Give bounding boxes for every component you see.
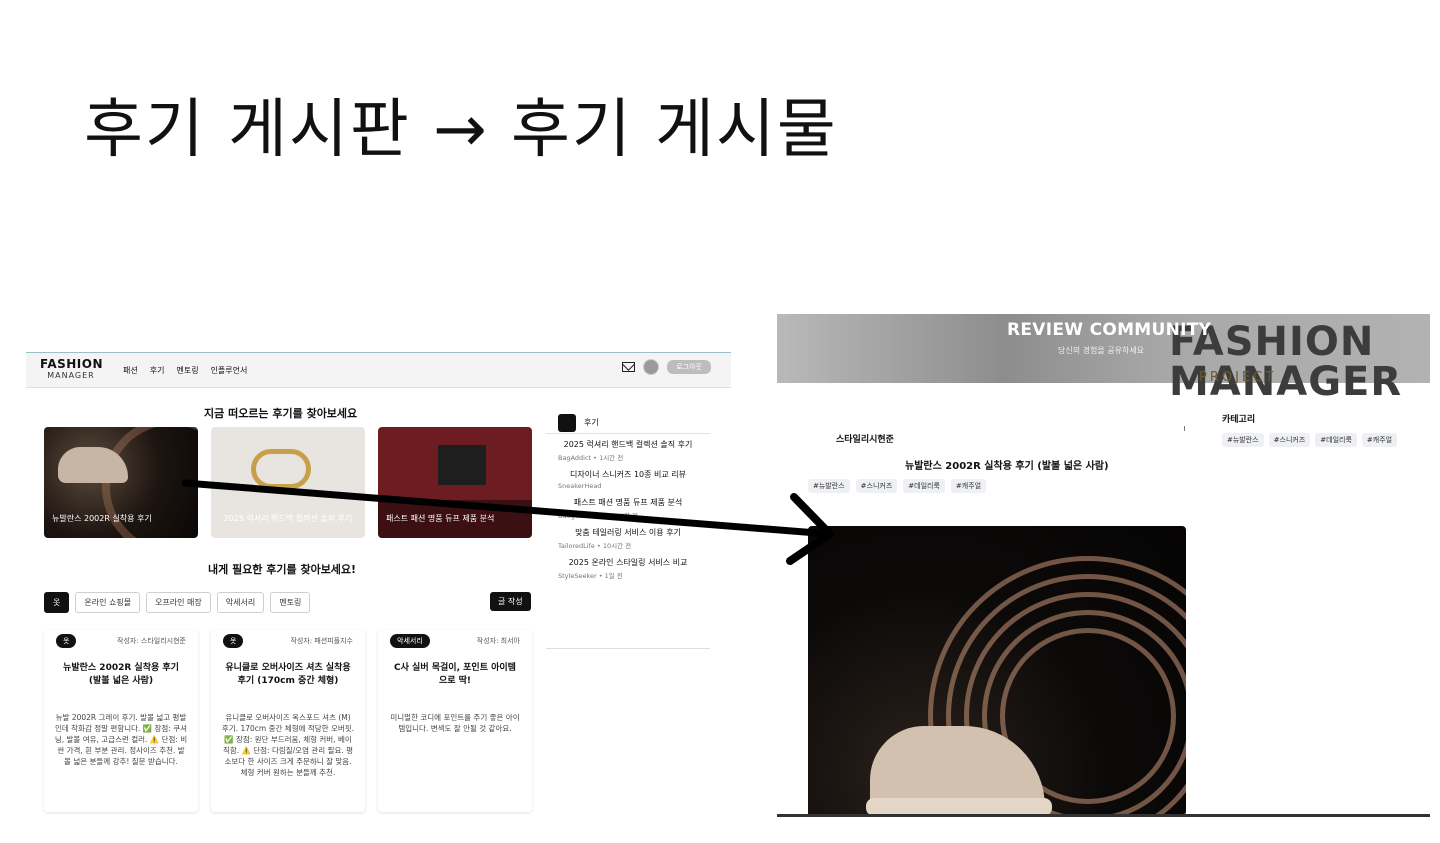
bottom-border — [777, 814, 1430, 817]
sidebar-item[interactable]: 2025 럭셔리 핸드백 컬렉션 솔직 후기 BagAddict • 1시간 전 — [546, 434, 710, 464]
write-post-button[interactable]: 글 작성 — [490, 592, 531, 611]
category-tag[interactable]: #뉴발란스 — [1222, 433, 1264, 447]
top-navbar: FASHION MANAGER 패션 후기 멘토링 인플루언서 로그아웃 — [26, 352, 731, 388]
sidebar-item-title: 2025 럭셔리 핸드백 컬렉션 솔직 후기 — [563, 440, 693, 449]
sidebar-item-title: 맞춤 테일러링 서비스 이용 후기 — [575, 528, 681, 537]
sidebar-item[interactable]: 디자이너 스니커즈 10종 비교 리뷰 SneakerHead — [546, 464, 710, 492]
post-tag[interactable]: #데일리룩 — [903, 479, 945, 493]
post-author: 작성자: 최서아 — [476, 637, 520, 645]
post-author: 작성자: 스타일리시현준 — [117, 637, 186, 645]
sidebar-item[interactable]: 맞춤 테일러링 서비스 이용 후기 TailoredLife • 10시간 전 — [546, 522, 710, 552]
sidebar-item-meta: SneakerHead — [558, 482, 698, 490]
find-title: 내게 필요한 후기를 찾아보세요! — [208, 563, 357, 576]
avatar[interactable] — [643, 359, 660, 375]
sidebar-item-author: BudgetFashion — [558, 512, 606, 520]
card-caption: 패스트 패션 명품 듀프 제품 분석 — [386, 514, 495, 523]
category-badge: 옷 — [56, 634, 77, 648]
mail-icon[interactable] — [622, 362, 636, 372]
post-author: 작성자: 패션피플지수 — [290, 637, 353, 645]
product-box-image — [438, 445, 486, 485]
chip-mentoring[interactable]: 멘토링 — [270, 592, 311, 613]
post-card[interactable]: 옷 작성자: 스타일리시현준 뉴발란스 2002R 실착용 후기 (발볼 넓은 … — [44, 630, 198, 812]
category-tag-list: #뉴발란스 #스니커즈 #데일리룩 #캐주얼 — [1222, 433, 1398, 447]
post-tag[interactable]: #캐주얼 — [950, 479, 987, 493]
sidebar-item-title: 디자이너 스니커즈 10종 비교 리뷰 — [569, 470, 687, 479]
post-body: 유니클로 오버사이즈 옥스포드 셔츠 (M) 후기. 170cm 중간 체형에 … — [221, 713, 355, 777]
trending-card[interactable]: 2025 럭셔리 핸드백 컬렉션 솔직 후기 — [211, 427, 365, 538]
chip-clothes[interactable]: 옷 — [44, 592, 70, 613]
sidebar-header: 후기 — [546, 412, 710, 434]
sidebar-item-time: 1시간 전 — [599, 454, 624, 462]
post-card[interactable]: 악세서리 작성자: 최서아 C사 실버 목걸이, 포인트 아이템으로 딱! 미니… — [378, 630, 532, 812]
category-tag[interactable]: #캐주얼 — [1361, 433, 1398, 447]
logo-line1: FASHION — [40, 357, 104, 371]
logo-line2: MANAGER — [47, 371, 95, 380]
post-title: C사 실버 목걸이, 포인트 아이템으로 딱! — [394, 663, 516, 686]
sidebar-item-author: SneakerHead — [558, 482, 602, 490]
sidebar-item-meta: BudgetFashion • 7시간 전 — [558, 512, 639, 520]
chip-online-mall[interactable]: 온라인 쇼핑몰 — [75, 592, 141, 613]
sidebar-item-meta: BagAddict • 1시간 전 — [558, 454, 624, 462]
sidebar-item-meta: StyleSeeker • 1일 전 — [558, 572, 623, 580]
post-title: 유니클로 오버사이즈 셔츠 실착용 후기 (170cm 중간 체형) — [225, 663, 351, 686]
logout-button[interactable]: 로그아웃 — [667, 360, 711, 374]
trending-title: 지금 떠오르는 후기를 찾아보세요 — [204, 407, 358, 420]
handbag-chain-image — [251, 449, 311, 489]
post-title: 뉴발란스 2002R 실착용 후기 (발볼 넓은 사람) — [905, 461, 1109, 472]
divider-tick — [1184, 426, 1185, 431]
category-badge: 악세서리 — [390, 634, 430, 648]
sidebar-item-time: 1일 전 — [604, 572, 623, 580]
review-post-screenshot: FASHION MANAGER PROJECT REVIEW COMMUNITY… — [777, 314, 1430, 817]
review-sidebar: 후기 2025 럭셔리 핸드백 컬렉션 솔직 후기 BagAddict • 1시… — [546, 412, 710, 649]
sidebar-item-meta: TailoredLife • 10시간 전 — [558, 542, 632, 550]
category-chips: 옷 온라인 쇼핑몰 오프라인 매장 악세서리 멘토링 — [44, 592, 311, 613]
chip-offline-store[interactable]: 오프라인 매장 — [146, 592, 211, 613]
nav-links: 패션 후기 멘토링 인플루언서 — [123, 365, 247, 376]
trending-card[interactable]: 뉴발란스 2002R 실착용 후기 — [44, 427, 198, 538]
nav-item-fashion[interactable]: 패션 — [123, 365, 138, 376]
sidebar-item-title: 패스트 패션 명품 듀프 제품 분석 — [573, 498, 683, 507]
post-tag[interactable]: #뉴발란스 — [808, 479, 850, 493]
sidebar-item-time: 10시간 전 — [602, 542, 632, 550]
category-title: 카테고리 — [1222, 415, 1256, 425]
sidebar-icon — [558, 413, 576, 432]
category-badge: 옷 — [223, 634, 244, 648]
post-image — [808, 526, 1186, 816]
post-title: 뉴발란스 2002R 실착용 후기 (발볼 넓은 사람) — [63, 663, 179, 686]
sidebar-item-author: StyleSeeker — [558, 572, 597, 580]
post-card[interactable]: 옷 작성자: 패션피플지수 유니클로 오버사이즈 셔츠 실착용 후기 (170c… — [211, 630, 365, 812]
hero-subtitle: 당신의 경험을 공유하세요 — [1058, 346, 1145, 355]
hero-title: REVIEW COMMUNITY — [1007, 320, 1212, 340]
nav-right: 로그아웃 — [622, 359, 711, 375]
chip-accessory[interactable]: 악세서리 — [216, 592, 265, 613]
logo[interactable]: FASHION MANAGER — [40, 357, 104, 381]
card-caption: 2025 럭셔리 핸드백 컬렉션 솔직 후기 — [223, 514, 353, 523]
category-tag[interactable]: #데일리룩 — [1315, 433, 1357, 447]
post-tag-list: #뉴발란스 #스니커즈 #데일리룩 #캐주얼 — [808, 479, 987, 493]
sidebar-label: 후기 — [584, 418, 599, 427]
sidebar-item-title: 2025 온라인 스타일링 서비스 비교 — [568, 558, 688, 567]
sidebar-item-time: 7시간 전 — [613, 512, 639, 520]
trending-card[interactable]: 패스트 패션 명품 듀프 제품 분석 — [378, 427, 532, 538]
post-author: 스타일리시현준 — [836, 435, 894, 445]
nav-item-influencer[interactable]: 인플루언서 — [211, 365, 248, 376]
hero-banner: FASHION MANAGER PROJECT REVIEW COMMUNITY… — [777, 314, 1430, 402]
card-caption: 뉴발란스 2002R 실착용 후기 — [52, 514, 152, 523]
sidebar-item[interactable]: 패스트 패션 명품 듀프 제품 분석 BudgetFashion • 7시간 전 — [546, 492, 710, 522]
nav-item-mentoring[interactable]: 멘토링 — [176, 365, 198, 376]
post-tag[interactable]: #스니커즈 — [855, 479, 898, 493]
sidebar-item-author: TailoredLife — [558, 542, 595, 550]
slide-title: 후기 게시판 → 후기 게시물 — [84, 93, 838, 167]
post-body: 미니멀한 코디에 포인트를 주기 좋은 아이템입니다. 변색도 잘 안될 것 같… — [390, 713, 520, 733]
sidebar-item-author: BagAddict — [558, 454, 592, 462]
sidebar-item[interactable]: 2025 온라인 스타일링 서비스 비교 StyleSeeker • 1일 전 — [546, 552, 710, 582]
nav-item-review[interactable]: 후기 — [150, 365, 165, 376]
brand-watermark-sub: PROJECT — [1199, 370, 1277, 385]
review-board-screenshot: FASHION MANAGER 패션 후기 멘토링 인플루언서 로그아웃 지금 … — [26, 352, 731, 817]
category-tag[interactable]: #스니커즈 — [1268, 433, 1311, 447]
post-body: 뉴발 2002R 그레이 후기. 발볼 넓고 평발인데 착화감 정말 편함니다.… — [54, 713, 188, 766]
